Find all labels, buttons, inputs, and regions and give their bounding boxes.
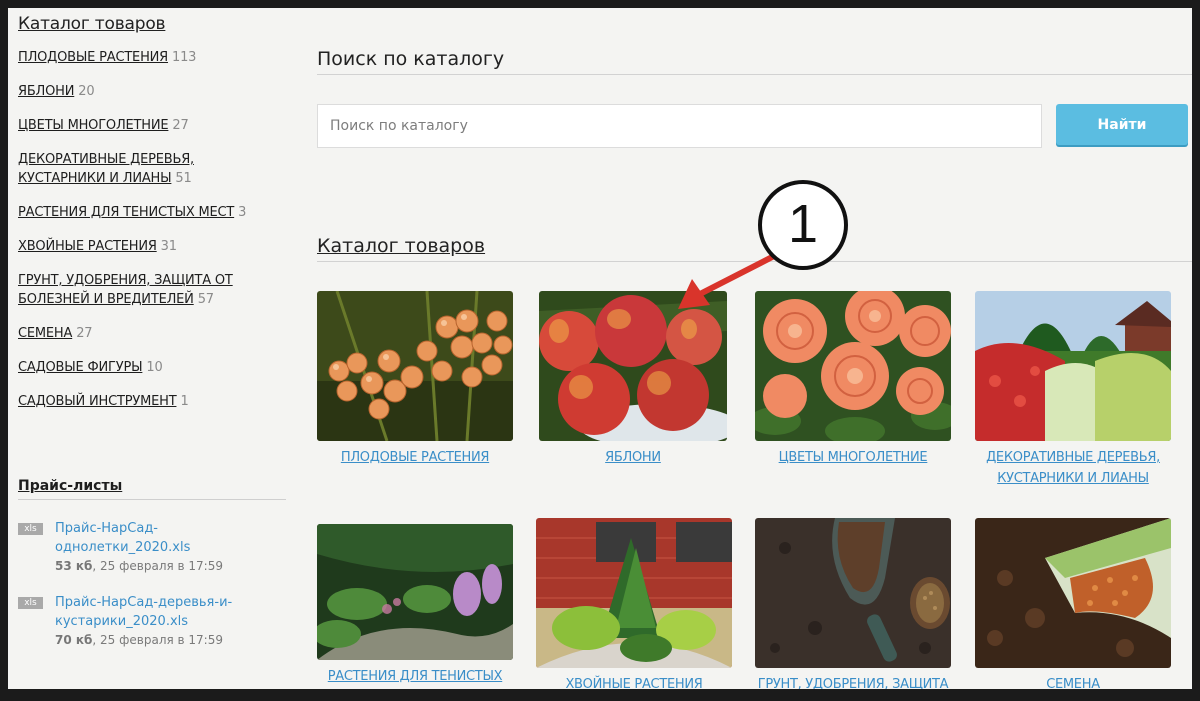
tile-label[interactable]: ПЛОДОВЫЕ РАСТЕНИЯ: [317, 447, 513, 468]
category-label[interactable]: ЦВЕТЫ МНОГОЛЕТНИЕ: [18, 118, 169, 133]
tile-label[interactable]: ЯБЛОНИ: [539, 447, 727, 468]
soil-scoop-photo[interactable]: [755, 518, 951, 668]
xls-file-icon: xls: [18, 523, 43, 535]
category-count: 20: [78, 84, 95, 99]
conifers-photo[interactable]: [536, 518, 732, 668]
category-count: 27: [172, 118, 189, 133]
catalog-tile-fruit-plants[interactable]: ПЛОДОВЫЕ РАСТЕНИЯ: [317, 291, 513, 468]
xls-file-icon: xls: [18, 597, 43, 609]
file-date: 25 февраля в 17:59: [100, 633, 223, 647]
tile-label[interactable]: ХВОЙНЫЕ РАСТЕНИЯ: [536, 674, 732, 689]
tile-label[interactable]: ЦВЕТЫ МНОГОЛЕТНИЕ: [755, 447, 951, 468]
seeds-packet-photo[interactable]: [975, 518, 1171, 668]
category-label[interactable]: САДОВЫЕ ФИГУРЫ: [18, 360, 143, 375]
sidebar-item-seeds[interactable]: СЕМЕНА 27: [18, 324, 288, 343]
search-title-text: Поиск по каталогу: [317, 48, 505, 70]
file-size: 70 кб: [55, 633, 93, 647]
category-count: 27: [76, 326, 93, 341]
sidebar: Каталог товаров ПЛОДОВЫЕ РАСТЕНИЯ 113 ЯБЛ…: [18, 14, 288, 426]
search-section-title: Поиск по каталогу: [317, 48, 1192, 75]
price-list-meta: 70 кб, 25 февраля в 17:59: [55, 633, 223, 647]
search-input[interactable]: [317, 104, 1042, 148]
search-button[interactable]: Найти: [1056, 104, 1188, 145]
sidebar-title-link[interactable]: Каталог товаров: [18, 14, 288, 34]
category-count: 31: [160, 239, 177, 254]
sidebar-item-conifers[interactable]: ХВОЙНЫЕ РАСТЕНИЯ 31: [18, 237, 288, 256]
hedge-garden-photo[interactable]: [975, 291, 1171, 441]
category-label[interactable]: ЯБЛОНИ: [18, 84, 74, 99]
shade-garden-photo[interactable]: [317, 524, 513, 660]
price-list-item: xls Прайс-НарСад-однолетки_2020.xls 53 к…: [18, 519, 278, 575]
sidebar-item-shade-plants[interactable]: РАСТЕНИЯ ДЛЯ ТЕНИСТЫХ МЕСТ 3: [18, 203, 288, 222]
price-list-file-link[interactable]: Прайс-НарСад-деревья-и-кустарики_2020.xl…: [55, 593, 278, 631]
category-label[interactable]: ПЛОДОВЫЕ РАСТЕНИЯ: [18, 50, 168, 65]
sidebar-item-garden-tools[interactable]: САДОВЫЙ ИНСТРУМЕНТ 1: [18, 392, 288, 411]
page-frame: Каталог товаров ПЛОДОВЫЕ РАСТЕНИЯ 113 ЯБЛ…: [8, 8, 1192, 689]
price-lists-heading[interactable]: Прайс-листы: [18, 478, 286, 500]
category-count: 10: [146, 360, 163, 375]
category-label[interactable]: РАСТЕНИЯ ДЛЯ ТЕНИСТЫХ МЕСТ: [18, 205, 234, 220]
catalog-tile-soil-fertilizers[interactable]: ГРУНТ, УДОБРЕНИЯ, ЗАЩИТА ОТ БОЛЕЗНЕЙ И В…: [755, 518, 951, 689]
sidebar-item-fruit-plants[interactable]: ПЛОДОВЫЕ РАСТЕНИЯ 113: [18, 48, 288, 67]
file-size: 53 кб: [55, 559, 93, 573]
annotation-number-badge: 1: [758, 180, 848, 270]
category-label[interactable]: ХВОЙНЫЕ РАСТЕНИЯ: [18, 239, 157, 254]
tile-label[interactable]: ГРУНТ, УДОБРЕНИЯ, ЗАЩИТА ОТ БОЛЕЗНЕЙ И В…: [755, 674, 951, 689]
red-currant-photo[interactable]: [317, 291, 513, 441]
catalog-title-link[interactable]: Каталог товаров: [317, 235, 485, 257]
tile-label[interactable]: ДЕКОРАТИВНЫЕ ДЕРЕВЬЯ, КУСТАРНИКИ И ЛИАНЫ: [975, 447, 1171, 489]
sidebar-item-apple-trees[interactable]: ЯБЛОНИ 20: [18, 82, 288, 101]
sidebar-item-ornamental-trees[interactable]: ДЕКОРАТИВНЫЕ ДЕРЕВЬЯ, КУСТАРНИКИ И ЛИАНЫ…: [18, 150, 238, 188]
catalog-tile-seeds[interactable]: СЕМЕНА: [975, 518, 1171, 689]
category-count: 113: [172, 50, 197, 65]
file-date: 25 февраля в 17:59: [100, 559, 223, 573]
tile-label[interactable]: СЕМЕНА: [975, 674, 1171, 689]
category-count: 57: [197, 292, 214, 307]
category-count: 51: [175, 171, 192, 186]
catalog-tile-shade-plants[interactable]: РАСТЕНИЯ ДЛЯ ТЕНИСТЫХ МЕСТ: [317, 524, 513, 689]
price-list-meta: 53 кб, 25 февраля в 17:59: [55, 559, 223, 573]
sidebar-item-soil-fertilizers[interactable]: ГРУНТ, УДОБРЕНИЯ, ЗАЩИТА ОТ БОЛЕЗНЕЙ И В…: [18, 271, 258, 309]
catalog-tile-ornamental-trees[interactable]: ДЕКОРАТИВНЫЕ ДЕРЕВЬЯ, КУСТАРНИКИ И ЛИАНЫ: [975, 291, 1171, 489]
sidebar-item-garden-figures[interactable]: САДОВЫЕ ФИГУРЫ 10: [18, 358, 288, 377]
sidebar-category-list: ПЛОДОВЫЕ РАСТЕНИЯ 113 ЯБЛОНИ 20 ЦВЕТЫ МНОГ…: [18, 48, 288, 411]
sidebar-item-perennial-flowers[interactable]: ЦВЕТЫ МНОГОЛЕТНИЕ 27: [18, 116, 288, 135]
price-list-item: xls Прайс-НарСад-деревья-и-кустарики_202…: [18, 593, 278, 649]
category-label[interactable]: СЕМЕНА: [18, 326, 72, 341]
category-count: 1: [180, 394, 189, 409]
catalog-tile-conifers[interactable]: ХВОЙНЫЕ РАСТЕНИЯ: [536, 518, 732, 689]
category-label[interactable]: ДЕКОРАТИВНЫЕ ДЕРЕВЬЯ, КУСТАРНИКИ И ЛИАНЫ: [18, 152, 194, 186]
category-count: 3: [238, 205, 247, 220]
price-list-file-link[interactable]: Прайс-НарСад-однолетки_2020.xls: [55, 519, 278, 557]
category-label[interactable]: САДОВЫЙ ИНСТРУМЕНТ: [18, 394, 177, 409]
tile-label[interactable]: РАСТЕНИЯ ДЛЯ ТЕНИСТЫХ МЕСТ: [317, 666, 513, 689]
